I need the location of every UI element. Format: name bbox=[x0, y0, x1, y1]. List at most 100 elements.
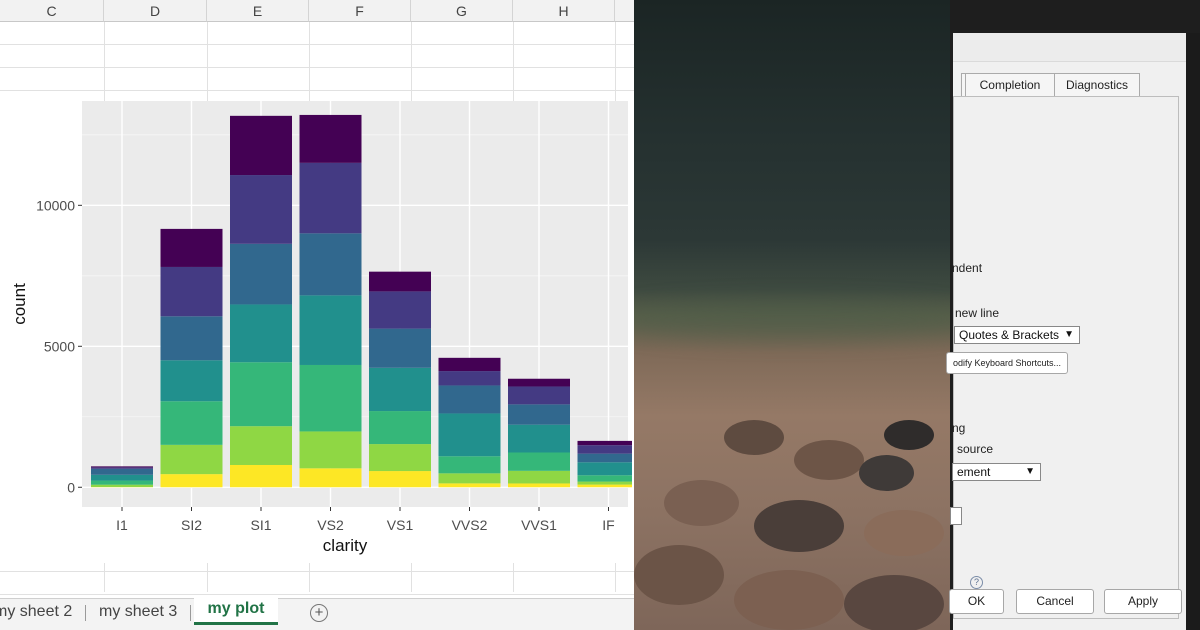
plus-circle-icon[interactable]: + bbox=[310, 604, 328, 622]
bar-segment bbox=[577, 445, 632, 454]
bar-segment bbox=[160, 316, 223, 361]
bar-segment bbox=[91, 484, 153, 488]
bar-segment bbox=[508, 452, 570, 471]
ok-button[interactable]: OK bbox=[949, 589, 1004, 614]
bar-segment bbox=[91, 466, 153, 468]
sheet-tab-my-sheet-2[interactable]: my sheet 2 bbox=[0, 599, 72, 625]
option-label-new-line: new line bbox=[955, 306, 1000, 320]
x-tick-label: VVS1 bbox=[521, 517, 557, 533]
bar-segment bbox=[299, 431, 362, 469]
apply-button[interactable]: Apply bbox=[1104, 589, 1182, 614]
bar-segment bbox=[230, 362, 292, 427]
pebble bbox=[724, 420, 784, 455]
column-header-h[interactable]: H bbox=[513, 0, 615, 22]
statement-select[interactable]: ement ▼ bbox=[952, 463, 1041, 481]
sheet-tab-my-sheet-3[interactable]: my sheet 3 bbox=[99, 599, 177, 625]
bar-segment bbox=[299, 468, 362, 488]
bar-segment bbox=[369, 271, 431, 292]
bar-segment bbox=[299, 233, 362, 296]
bar-segment bbox=[230, 243, 292, 305]
x-tick-label: I1 bbox=[116, 517, 128, 533]
y-axis-label: count bbox=[10, 283, 29, 325]
pebble bbox=[634, 545, 724, 605]
bar-segment bbox=[91, 480, 153, 485]
bar-segment bbox=[577, 484, 632, 488]
chevron-down-icon: ▼ bbox=[1025, 466, 1035, 477]
bar-segment bbox=[369, 411, 431, 445]
dialog-content-panel: ndent new line Quotes & Brackets ▼ odify… bbox=[946, 96, 1179, 619]
embedded-chart[interactable]: 0 5000 10000 I1 SI2 SI1 VS2 VS1 VVS2 VVS1 IF clari… bbox=[0, 101, 632, 563]
bar-segment bbox=[230, 175, 292, 244]
bar-segment bbox=[369, 471, 431, 488]
column-header-f[interactable]: F bbox=[309, 0, 411, 22]
bar-segment bbox=[369, 291, 431, 329]
pebble bbox=[844, 575, 944, 630]
bar-segment bbox=[438, 357, 501, 372]
option-label-indent: ndent bbox=[952, 261, 983, 275]
bar-segment bbox=[160, 401, 223, 445]
bar-segment bbox=[160, 228, 223, 267]
bar-segment bbox=[369, 367, 431, 412]
bar-segment bbox=[91, 468, 153, 475]
chart-svg: 0 5000 10000 I1 SI2 SI1 VS2 VS1 VVS2 VVS1 IF clari… bbox=[10, 101, 632, 555]
bar-segment bbox=[438, 483, 501, 488]
bar-segment bbox=[230, 426, 292, 465]
bar-segment bbox=[508, 483, 570, 488]
column-header-g[interactable]: G bbox=[411, 0, 513, 22]
tab-separator bbox=[190, 605, 191, 621]
bar-segment bbox=[508, 378, 570, 387]
bar-segment bbox=[369, 328, 431, 368]
x-tick-label: SI1 bbox=[250, 517, 271, 533]
numeric-input[interactable] bbox=[950, 507, 962, 525]
bar-segment bbox=[508, 470, 570, 484]
tab-diagnostics[interactable]: Diagnostics bbox=[1054, 73, 1140, 97]
bar-segment bbox=[438, 385, 501, 414]
modify-keyboard-shortcuts-button[interactable]: odify Keyboard Shortcuts... bbox=[946, 352, 1068, 374]
bar-segment bbox=[91, 467, 153, 469]
bar-segment bbox=[438, 473, 501, 484]
pebble bbox=[864, 510, 944, 556]
column-header-c[interactable]: C bbox=[0, 0, 104, 22]
bar-segment bbox=[508, 404, 570, 425]
grid-row-line bbox=[0, 67, 634, 68]
column-header-next[interactable] bbox=[615, 0, 634, 22]
bar-segment bbox=[577, 475, 632, 482]
sheet-tab-my-plot[interactable]: my plot bbox=[194, 598, 278, 625]
grid-row-line bbox=[0, 594, 634, 595]
pebble bbox=[859, 455, 914, 491]
bar-segment bbox=[577, 440, 632, 446]
y-tick-label: 10000 bbox=[36, 197, 75, 213]
cancel-button[interactable]: Cancel bbox=[1016, 589, 1094, 614]
quotes-brackets-select[interactable]: Quotes & Brackets ▼ bbox=[954, 326, 1080, 344]
bar-segment bbox=[577, 453, 632, 463]
statement-value: ement bbox=[957, 465, 991, 479]
quotes-brackets-value: Quotes & Brackets bbox=[959, 328, 1060, 342]
pebble bbox=[884, 420, 934, 450]
bar-segment bbox=[230, 115, 292, 176]
bar-segment bbox=[160, 360, 223, 402]
sheet-tab-bar: my sheet 2 my sheet 3 my plot + bbox=[0, 598, 634, 630]
bar-segment bbox=[230, 464, 292, 488]
code-editor-strip bbox=[1186, 33, 1200, 630]
x-tick-label: VVS2 bbox=[452, 517, 488, 533]
x-tick-label: SI2 bbox=[181, 517, 202, 533]
pebble bbox=[664, 480, 739, 526]
bar-segment bbox=[577, 462, 632, 476]
chevron-down-icon: ▼ bbox=[1064, 329, 1074, 340]
bar-segment bbox=[508, 386, 570, 405]
bar-segment bbox=[160, 444, 223, 475]
bar-segment bbox=[230, 304, 292, 363]
option-label-ng: ng bbox=[952, 421, 966, 435]
x-tick-label: VS2 bbox=[317, 517, 344, 533]
bar-segment bbox=[299, 364, 362, 432]
bar-segment bbox=[438, 413, 501, 457]
tab-separator bbox=[85, 605, 86, 621]
column-header-e[interactable]: E bbox=[207, 0, 309, 22]
tab-completion[interactable]: Completion bbox=[965, 73, 1055, 97]
x-axis-label: clarity bbox=[323, 536, 368, 555]
bar-segment bbox=[577, 481, 632, 485]
grass-blur bbox=[634, 300, 950, 340]
pebble bbox=[754, 500, 844, 552]
question-circle-icon[interactable]: ? bbox=[970, 576, 983, 589]
column-header-d[interactable]: D bbox=[104, 0, 207, 22]
